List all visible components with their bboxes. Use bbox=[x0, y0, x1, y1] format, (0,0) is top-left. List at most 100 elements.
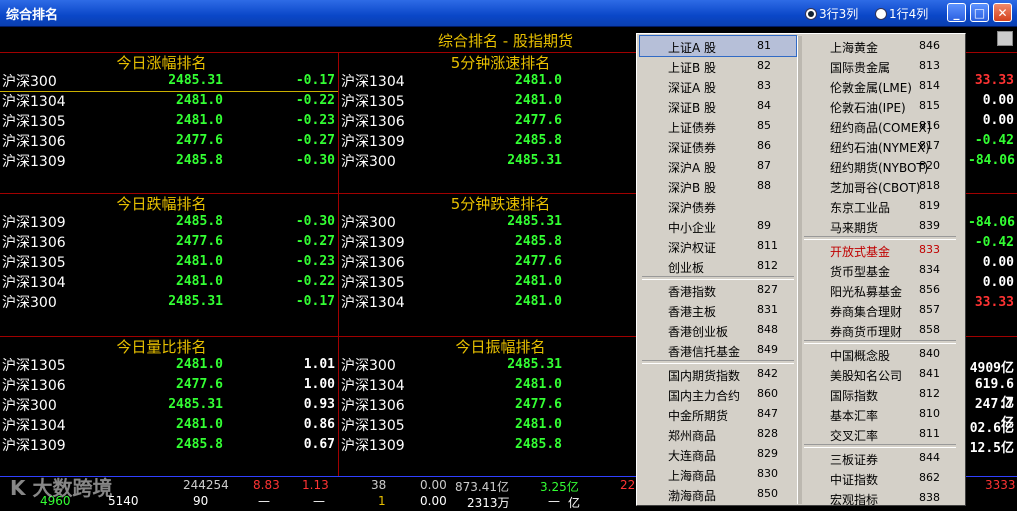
ranking-row[interactable]: 沪深300 2485.31 -0.17 bbox=[0, 71, 337, 91]
ranking-row[interactable]: 沪深1304 2481.0 bbox=[339, 292, 562, 312]
ranking-row[interactable]: 沪深1309 2485.8 bbox=[339, 131, 562, 151]
menu-item[interactable]: 香港信托基金 849 bbox=[640, 340, 796, 360]
ranking-row[interactable]: 沪深1309 2485.8 0.67 bbox=[0, 435, 337, 455]
ranking-row[interactable]: 沪深300 2485.31 bbox=[339, 212, 562, 232]
ranking-row[interactable]: 沪深1304 2481.0 bbox=[339, 375, 562, 395]
menu-item[interactable]: 香港指数 827 bbox=[640, 280, 796, 300]
layout-option-1x4[interactable]: 1行4列 bbox=[875, 5, 928, 22]
contract-name: 沪深1306 bbox=[2, 235, 66, 251]
menu-item[interactable]: 深沪权证 811 bbox=[640, 236, 796, 256]
menu-item[interactable]: 上证B 股 82 bbox=[640, 56, 796, 76]
settings-icon[interactable] bbox=[997, 31, 1013, 46]
menu-item[interactable]: 纽约商品(COMEX) 816 bbox=[802, 116, 958, 136]
menu-item[interactable]: 渤海商品 850 bbox=[640, 484, 796, 504]
menu-item[interactable]: 中金所期货 847 bbox=[640, 404, 796, 424]
menu-item[interactable]: 深证债券 86 bbox=[640, 136, 796, 156]
menu-item[interactable]: 阳光私募基金 856 bbox=[802, 280, 958, 300]
contract-name: 沪深1309 bbox=[2, 154, 66, 170]
menu-item-code: 813 bbox=[919, 59, 940, 72]
ranking-row[interactable]: 沪深1305 2481.0 bbox=[339, 272, 562, 292]
menu-item[interactable]: 深沪A 股 87 bbox=[640, 156, 796, 176]
menu-item[interactable]: 东京工业品 819 bbox=[802, 196, 958, 216]
menu-item-code: 847 bbox=[757, 407, 778, 420]
menu-item[interactable]: 上海商品 830 bbox=[640, 464, 796, 484]
contract-name: 沪深1306 bbox=[341, 255, 405, 271]
menu-item[interactable]: 中国概念股 840 bbox=[802, 344, 958, 364]
ranking-row[interactable]: 沪深300 2485.31 -0.17 bbox=[0, 292, 337, 312]
ranking-row[interactable]: 沪深1306 2477.6 bbox=[339, 252, 562, 272]
ranking-row[interactable]: 沪深1306 2477.6 -0.27 bbox=[0, 131, 337, 151]
ranking-row[interactable]: 沪深1309 2485.8 bbox=[339, 232, 562, 252]
layout-option-3x3[interactable]: 3行3列 bbox=[805, 5, 858, 22]
contract-change: -0.23 bbox=[295, 254, 335, 269]
ranking-row[interactable]: 沪深300 2485.31 0.93 bbox=[0, 395, 337, 415]
menu-item[interactable]: 马来期货 839 bbox=[802, 216, 958, 236]
ranking-row[interactable]: 沪深1305 2481.0 bbox=[339, 91, 562, 111]
menu-item[interactable]: 纽约石油(NYMEX) 817 bbox=[802, 136, 958, 156]
ranking-row[interactable]: 沪深1304 2481.0 -0.22 bbox=[0, 91, 337, 111]
panel-title: 5分钟涨速排名 bbox=[450, 54, 551, 72]
close-button[interactable]: ✕ bbox=[993, 3, 1012, 22]
menu-item[interactable]: 上海黄金 846 bbox=[802, 36, 958, 56]
menu-item[interactable]: 创业板 812 bbox=[640, 256, 796, 276]
ranking-row[interactable]: 沪深300 2485.31 bbox=[339, 151, 562, 171]
menu-item[interactable]: 中小企业 89 bbox=[640, 216, 796, 236]
menu-item[interactable]: 货币型基金 834 bbox=[802, 260, 958, 280]
menu-item[interactable]: 中证指数 862 bbox=[802, 468, 958, 488]
contract-price: 2485.31 bbox=[507, 214, 562, 229]
maximize-button[interactable]: □ bbox=[970, 3, 989, 22]
ranking-row[interactable]: 沪深1304 2481.0 bbox=[339, 71, 562, 91]
menu-item[interactable]: 三板证券 844 bbox=[802, 448, 958, 468]
menu-item[interactable]: 券商货币理财 858 bbox=[802, 320, 958, 340]
ranking-row[interactable]: 沪深1306 2477.6 1.00 bbox=[0, 375, 337, 395]
menu-item[interactable]: 伦敦石油(IPE) 815 bbox=[802, 96, 958, 116]
menu-item[interactable]: 大连商品 829 bbox=[640, 444, 796, 464]
contract-price: 2485.8 bbox=[176, 214, 223, 229]
menu-item[interactable]: 伦敦金属(LME) 814 bbox=[802, 76, 958, 96]
menu-item[interactable]: 基本汇率 810 bbox=[802, 404, 958, 424]
menu-item[interactable]: 上证债券 85 bbox=[640, 116, 796, 136]
menu-item[interactable]: 国内期货指数 842 bbox=[640, 364, 796, 384]
menu-item[interactable]: 国际贵金属 813 bbox=[802, 56, 958, 76]
menu-item[interactable]: 郑州商品 828 bbox=[640, 424, 796, 444]
ranking-row[interactable]: 沪深1309 2485.8 bbox=[339, 435, 562, 455]
menu-item[interactable]: 深沪债券 bbox=[640, 196, 796, 216]
menu-item[interactable]: 深证A 股 83 bbox=[640, 76, 796, 96]
ranking-row[interactable]: 沪深1309 2485.8 -0.30 bbox=[0, 151, 337, 171]
menu-item[interactable]: 上证A 股 81 bbox=[639, 35, 797, 57]
ranking-row[interactable]: 沪深300 2485.31 bbox=[339, 355, 562, 375]
menu-item[interactable]: 香港主板 831 bbox=[640, 300, 796, 320]
menu-item-code: 849 bbox=[757, 343, 778, 356]
ranking-row[interactable]: 沪深1306 2477.6 bbox=[339, 111, 562, 131]
menu-item[interactable]: 国际指数 812 bbox=[802, 384, 958, 404]
menu-item[interactable]: 国内主力合约 860 bbox=[640, 384, 796, 404]
ranking-row[interactable]: 沪深1306 2477.6 -0.27 bbox=[0, 232, 337, 252]
ranking-row[interactable]: 沪深1309 2485.8 -0.30 bbox=[0, 212, 337, 232]
menu-item[interactable]: 深证B 股 84 bbox=[640, 96, 796, 116]
menu-item[interactable]: 纽约期货(NYBOT) 820 bbox=[802, 156, 958, 176]
right-column-value: 0.00 bbox=[982, 255, 1014, 270]
menu-item-label: 上海黄金 bbox=[830, 41, 879, 55]
menu-item[interactable]: 芝加哥谷(CBOT) 818 bbox=[802, 176, 958, 196]
ranking-row[interactable]: 沪深1304 2481.0 -0.22 bbox=[0, 272, 337, 292]
menu-item[interactable]: 交叉汇率 811 bbox=[802, 424, 958, 444]
menu-item[interactable]: 宏观指标 838 bbox=[802, 488, 958, 508]
ranking-row[interactable]: 沪深1305 2481.0 -0.23 bbox=[0, 252, 337, 272]
ranking-row[interactable]: 沪深1304 2481.0 0.86 bbox=[0, 415, 337, 435]
menu-item[interactable]: 深沪B 股 88 bbox=[640, 176, 796, 196]
ranking-row[interactable]: 沪深1305 2481.0 -0.23 bbox=[0, 111, 337, 131]
radio-selected-icon[interactable] bbox=[805, 7, 817, 20]
menu-item[interactable]: 券商集合理财 857 bbox=[802, 300, 958, 320]
menu-item[interactable]: 香港创业板 848 bbox=[640, 320, 796, 340]
menu-item-label: 深证A 股 bbox=[668, 81, 717, 95]
radio-unselected-icon[interactable] bbox=[875, 7, 887, 20]
menu-item-label: 开放式基金 bbox=[830, 245, 891, 259]
menu-item[interactable]: 开放式基金 833 bbox=[802, 240, 958, 260]
ranking-row[interactable]: 沪深1306 2477.6 bbox=[339, 395, 562, 415]
ranking-row[interactable]: 沪深1305 2481.0 1.01 bbox=[0, 355, 337, 375]
menu-item-label: 创业板 bbox=[668, 261, 705, 275]
contract-name: 沪深1306 bbox=[2, 378, 66, 394]
ranking-row[interactable]: 沪深1305 2481.0 bbox=[339, 415, 562, 435]
menu-item[interactable]: 美股知名公司 841 bbox=[802, 364, 958, 384]
minimize-button[interactable]: _ bbox=[947, 3, 966, 22]
